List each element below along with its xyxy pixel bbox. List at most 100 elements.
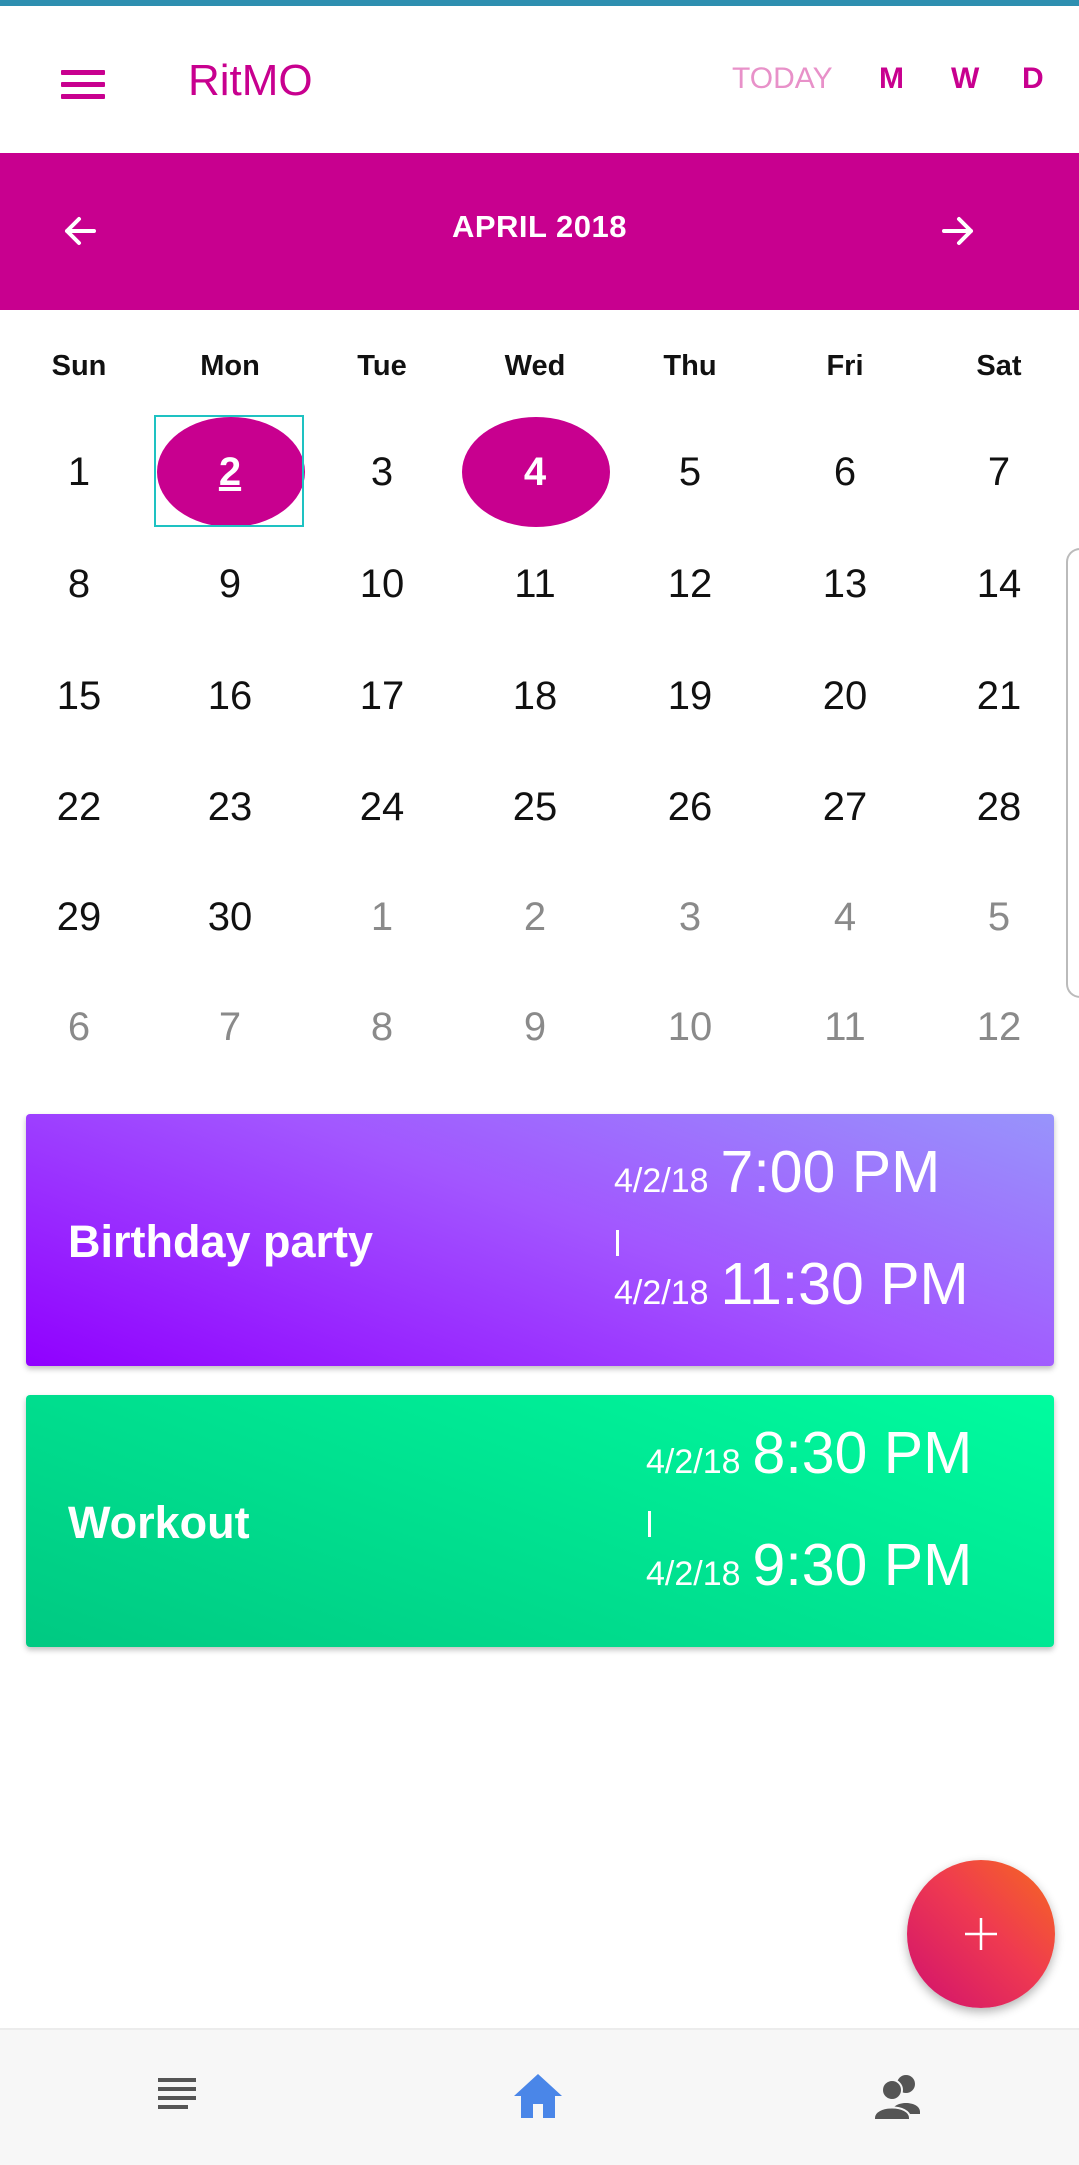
calendar-day[interactable]: 29	[2, 862, 156, 972]
menu-button[interactable]	[44, 44, 124, 108]
calendar-day-number: 27	[822, 784, 868, 829]
event-title: Birthday party	[68, 1216, 374, 1267]
calendar-day[interactable]: 15	[2, 641, 156, 751]
event-start-date: 4/2/18	[646, 1443, 741, 1481]
calendar-day-number: 4	[833, 894, 857, 939]
calendar-day[interactable]: 8	[2, 529, 156, 639]
calendar-day-number: 12	[976, 1004, 1022, 1049]
calendar-day[interactable]: 13	[768, 529, 922, 639]
nav-people-button[interactable]	[870, 2066, 930, 2126]
weekday-label: Thu	[663, 350, 717, 382]
calendar-day-number: 1	[370, 894, 394, 939]
calendar-day[interactable]: 4	[458, 417, 612, 527]
nav-home-button[interactable]	[508, 2066, 568, 2126]
view-mode-today[interactable]: TODAY	[732, 62, 833, 96]
view-mode-week[interactable]: W	[951, 62, 979, 96]
event-card[interactable]: Birthday party 4/2/18 7:00 PM 4/2/18 11:30…	[26, 1114, 1054, 1366]
calendar-day-number: 6	[67, 1004, 91, 1049]
calendar-day-number: 10	[667, 1004, 713, 1049]
calendar-day-number: 28	[976, 784, 1022, 829]
calendar-day[interactable]: 7	[153, 972, 307, 1082]
calendar-day[interactable]: 4	[768, 862, 922, 972]
calendar-day-number: 29	[56, 894, 102, 939]
calendar-day-number: 20	[822, 673, 868, 718]
calendar-day[interactable]: 2	[458, 862, 612, 972]
weekday-label: Sun	[51, 350, 107, 382]
scroll-indicator[interactable]	[1066, 548, 1079, 998]
calendar-day[interactable]: 18	[458, 641, 612, 751]
event-card[interactable]: Workout 4/2/18 8:30 PM 4/2/18 9:30 PM	[26, 1395, 1054, 1647]
calendar-day-number: 3	[370, 449, 394, 494]
calendar-day[interactable]: 10	[305, 529, 459, 639]
calendar-day-number: 22	[56, 784, 102, 829]
calendar-day[interactable]: 9	[153, 529, 307, 639]
calendar-day[interactable]: 14	[922, 529, 1076, 639]
weekday-label: Tue	[357, 350, 407, 382]
calendar-day-number: 24	[359, 784, 405, 829]
calendar-day[interactable]: 17	[305, 641, 459, 751]
calendar-day[interactable]: 3	[613, 862, 767, 972]
weekday-label: Mon	[200, 350, 260, 382]
event-start-time: 8:30 PM	[752, 1420, 973, 1486]
view-mode-month[interactable]: M	[879, 62, 904, 96]
calendar-day[interactable]: 10	[613, 972, 767, 1082]
calendar-day[interactable]: 6	[768, 417, 922, 527]
weekday-label: Wed	[504, 350, 566, 382]
calendar-day[interactable]: 1	[2, 417, 156, 527]
calendar-day-number: 15	[56, 673, 102, 718]
calendar-day-number: 3	[678, 894, 702, 939]
calendar-day[interactable]: 25	[458, 752, 612, 862]
event-end-date: 4/2/18	[614, 1274, 709, 1312]
calendar-day[interactable]: 24	[305, 752, 459, 862]
calendar-day-number: 19	[667, 673, 713, 718]
calendar-day-number: 12	[667, 561, 713, 606]
calendar-day[interactable]: 28	[922, 752, 1076, 862]
calendar-day-number: 10	[359, 561, 405, 606]
calendar-day[interactable]: 23	[153, 752, 307, 862]
view-mode-day[interactable]: D	[1022, 62, 1044, 96]
calendar-day[interactable]: 30	[153, 862, 307, 972]
calendar-day[interactable]: 5	[922, 862, 1076, 972]
calendar-day[interactable]: 6	[2, 972, 156, 1082]
calendar-day[interactable]: 12	[922, 972, 1076, 1082]
calendar-day[interactable]: 19	[613, 641, 767, 751]
event-end: 4/2/18 9:30 PM	[646, 1531, 972, 1599]
calendar-day-number: 8	[370, 1004, 394, 1049]
calendar-day[interactable]: 27	[768, 752, 922, 862]
calendar-day[interactable]: 20	[768, 641, 922, 751]
calendar-day-number: 16	[207, 673, 253, 718]
calendar-day[interactable]: 26	[613, 752, 767, 862]
calendar-day[interactable]: 2	[153, 415, 307, 527]
calendar-day-number: 26	[667, 784, 713, 829]
calendar-day-number: 11	[824, 1004, 866, 1049]
calendar-day-number: 5	[987, 894, 1011, 939]
calendar-day[interactable]: 11	[768, 972, 922, 1082]
people-icon	[873, 2075, 920, 2121]
home-icon	[514, 2074, 562, 2118]
app-bar: RitMO TODAY M W D	[0, 6, 1079, 152]
calendar-day[interactable]: 7	[922, 417, 1076, 527]
event-end-date: 4/2/18	[646, 1555, 741, 1593]
add-event-button[interactable]	[907, 1860, 1055, 2008]
calendar-day[interactable]: 21	[922, 641, 1076, 751]
calendar-day-number: 8	[67, 561, 91, 606]
event-title: Workout	[68, 1497, 250, 1548]
nav-list-button[interactable]	[148, 2066, 208, 2126]
calendar-day[interactable]: 3	[305, 417, 459, 527]
calendar-day-number: 21	[976, 673, 1022, 718]
calendar-day[interactable]: 8	[305, 972, 459, 1082]
calendar-day[interactable]: 5	[613, 417, 767, 527]
calendar-day-number: 14	[976, 561, 1022, 606]
calendar-day[interactable]: 11	[458, 529, 612, 639]
calendar-day-number: 7	[987, 449, 1011, 494]
arrow-right-icon	[942, 217, 973, 245]
event-end-time: 9:30 PM	[752, 1532, 973, 1598]
calendar-day[interactable]: 16	[153, 641, 307, 751]
event-start-time: 7:00 PM	[720, 1139, 941, 1205]
calendar-day[interactable]: 12	[613, 529, 767, 639]
calendar-day[interactable]: 9	[458, 972, 612, 1082]
calendar-day[interactable]: 22	[2, 752, 156, 862]
list-icon	[158, 2078, 196, 2109]
calendar-day[interactable]: 1	[305, 862, 459, 972]
next-month-button[interactable]	[928, 201, 988, 261]
